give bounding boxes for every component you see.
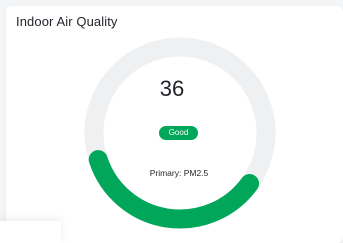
- overlay-panel: [0, 221, 61, 243]
- primary-pollutant-label: Primary: PM2.5: [149, 168, 209, 178]
- dashboard-stage: Indoor Air Quality 36 Good Primary: PM2.…: [0, 0, 343, 243]
- aqi-status-badge: Good: [159, 126, 198, 140]
- aqi-gauge: [84, 37, 276, 229]
- aqi-value: 36: [159, 76, 185, 101]
